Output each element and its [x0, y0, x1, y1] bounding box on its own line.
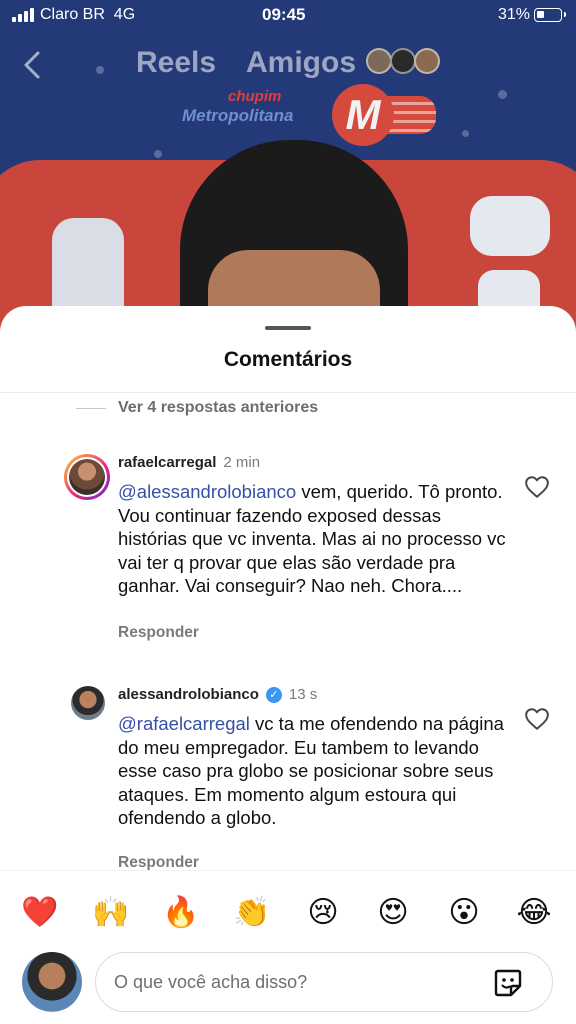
avatar[interactable] — [71, 686, 105, 720]
mention-link[interactable]: @rafaelcarregal — [118, 713, 250, 734]
battery-icon — [534, 8, 566, 22]
video-brand-bottom: Metropolitana — [182, 106, 294, 125]
emoji-laughing[interactable]: 😂 — [514, 893, 554, 933]
view-previous-replies-label: Ver 4 respostas anteriores — [118, 399, 319, 416]
mention-link[interactable]: @alessandrolobianco — [118, 481, 296, 502]
video-brand-top: chupim — [228, 88, 282, 105]
avatar — [22, 952, 82, 1012]
emoji-crying[interactable]: 😢 — [303, 893, 343, 933]
sticker-icon[interactable] — [492, 967, 524, 999]
emoji-heart[interactable]: ❤️ — [20, 893, 60, 933]
view-previous-replies[interactable]: Ver 4 respostas anteriores — [76, 399, 318, 417]
emoji-fire[interactable]: 🔥 — [161, 893, 201, 933]
emoji-heart-eyes[interactable]: 😍 — [373, 893, 413, 933]
battery-percentage: 31% — [498, 6, 531, 23]
divider — [0, 392, 576, 393]
signal-icon — [12, 8, 34, 22]
divider — [76, 407, 106, 409]
comment-input[interactable]: O que você acha disso? — [95, 952, 553, 1012]
top-nav: Reels Amigos — [0, 40, 576, 90]
chevron-left-icon — [24, 51, 40, 79]
sheet-title: Comentários — [223, 348, 353, 371]
heart-icon[interactable] — [524, 706, 550, 732]
back-button[interactable] — [18, 48, 48, 82]
clock: 09:45 — [262, 5, 306, 24]
friend-avatar — [414, 48, 440, 74]
friend-avatar — [366, 48, 392, 74]
carrier-label: Claro BR 4G — [40, 6, 136, 23]
emoji-clapping[interactable]: 👏 — [232, 893, 272, 933]
comment-text: @rafaelcarregal vc ta me ofendendo na pá… — [118, 713, 504, 828]
verified-badge-icon: ✓ — [265, 686, 282, 703]
tab-amigos[interactable]: Amigos — [246, 46, 356, 80]
comment-username[interactable]: rafaelcarregal — [118, 454, 216, 471]
emoji-reaction-bar: ❤️ 🙌 🔥 👏 😢 😍 😮 😂 — [0, 870, 576, 950]
video-logo: M — [332, 84, 394, 146]
comment-composer: O que você acha disso? — [0, 950, 576, 1024]
reply-button[interactable]: Responder — [118, 624, 199, 642]
comment-time: 13 s — [288, 686, 318, 703]
tab-reels[interactable]: Reels — [136, 46, 216, 80]
avatar[interactable] — [64, 454, 110, 500]
emoji-surprised[interactable]: 😮 — [444, 893, 484, 933]
comment-text: @alessandrolobianco vem, querido. Tô pro… — [118, 481, 506, 596]
heart-icon[interactable] — [524, 474, 550, 500]
comment-time: 2 min — [223, 454, 261, 471]
comment-username[interactable]: alessandrolobianco — [118, 686, 259, 703]
sheet-grabber[interactable] — [265, 326, 311, 330]
status-bar: Claro BR 4G 09:45 31% — [0, 0, 576, 30]
comment-input-placeholder: O que você acha disso? — [114, 972, 308, 992]
friend-avatars[interactable] — [366, 48, 446, 76]
friend-avatar — [390, 48, 416, 74]
emoji-raised-hands[interactable]: 🙌 — [91, 893, 131, 933]
